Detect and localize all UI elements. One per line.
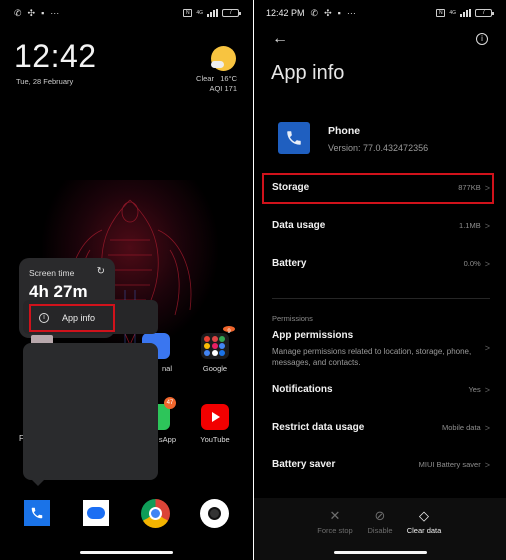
- phone-icon: [31, 507, 43, 519]
- screen-time-label: Screen time: [29, 268, 75, 278]
- row-restrict-data-usage[interactable]: Restrict data usage Mobile data >: [272, 422, 490, 433]
- chevron-right-icon: >: [484, 258, 490, 269]
- network-label: 4G: [196, 10, 203, 16]
- weather-aqi: AQI 171: [209, 84, 237, 93]
- status-bar: ✆ ✣ ▪ ··· N 4G 7: [14, 6, 241, 20]
- sim-icon: N: [183, 9, 193, 17]
- app-youtube[interactable]: YouTube: [192, 404, 238, 444]
- app-version: Version: 77.0.432472356: [328, 143, 429, 153]
- info-icon[interactable]: i: [476, 33, 488, 45]
- clock-time[interactable]: 12:42: [14, 38, 97, 75]
- row-value: MIUI Battery saver: [418, 460, 481, 469]
- row-storage[interactable]: Storage 877KB >: [272, 182, 490, 193]
- app-google-folder[interactable]: 9 Google: [192, 326, 238, 373]
- widget-preview-thumb: [31, 335, 53, 343]
- network-label: 4G: [449, 10, 456, 16]
- fan-icon: ✣: [324, 7, 332, 18]
- row-value: Yes: [468, 385, 481, 394]
- weather-cloud-icon: [211, 61, 224, 68]
- chevron-right-icon: >: [484, 182, 490, 193]
- weather-temperature: 16°C: [220, 74, 237, 83]
- row-notifications[interactable]: Notifications Yes >: [272, 384, 490, 395]
- dock-messages-app[interactable]: [83, 500, 109, 526]
- popup-pointer: [30, 478, 46, 486]
- phone-icon: [287, 131, 301, 145]
- row-battery-saver[interactable]: Battery saver MIUI Battery saver >: [272, 459, 490, 470]
- row-value: 0.0%: [463, 259, 481, 268]
- status-time: 12:42 PM: [266, 8, 305, 18]
- app-info-screen: 12:42 PM ✆ ✣ ▪ ··· N 4G 7 ← i App info P…: [254, 0, 506, 560]
- lock-icon: ▪: [41, 8, 45, 18]
- refresh-icon[interactable]: ↻: [97, 266, 105, 277]
- fan-icon: ✣: [27, 7, 36, 18]
- battery-icon: 7: [475, 9, 494, 17]
- home-screen: ✆ ✣ ▪ ··· N 4G 7 12:42 Tue, 28 February …: [0, 0, 253, 560]
- row-label: Storage: [272, 182, 310, 193]
- more-icon: ···: [346, 8, 356, 18]
- signal-icon: [460, 9, 471, 17]
- app-name: Phone: [328, 125, 361, 137]
- eraser-icon: ◇: [419, 508, 429, 523]
- row-label: Battery: [272, 258, 307, 269]
- google-folder-icon: 9: [201, 326, 235, 359]
- whatsapp-icon: ✆: [310, 7, 319, 18]
- app-info-label: App info: [62, 313, 96, 323]
- chevron-right-icon: >: [484, 384, 490, 395]
- home-indicator[interactable]: [334, 551, 427, 554]
- row-label: Data usage: [272, 220, 326, 231]
- section-divider: [272, 298, 490, 299]
- page-title: App info: [271, 62, 345, 84]
- row-app-permissions[interactable]: App permissions: [272, 330, 490, 341]
- section-label-permissions: Permissions: [272, 314, 313, 323]
- clock-date: Tue, 28 February: [16, 77, 74, 86]
- action-label: Clear data: [406, 526, 442, 535]
- dock-phone-app[interactable]: [24, 500, 50, 526]
- action-bar: ✕ Force stop ⊘ Disable ◇ Clear data: [254, 498, 506, 560]
- youtube-icon: [201, 404, 229, 430]
- lock-icon: ▪: [337, 8, 341, 18]
- chevron-right-icon: >: [484, 422, 490, 433]
- row-label: App permissions: [272, 330, 354, 341]
- row-label: Notifications: [272, 384, 333, 395]
- info-icon: i: [39, 313, 49, 323]
- row-value: Mobile data: [441, 423, 481, 432]
- home-indicator[interactable]: [80, 551, 173, 554]
- more-icon: ···: [50, 8, 60, 18]
- phone-app-icon: [278, 122, 310, 154]
- app-info-menu-item[interactable]: i App info: [29, 304, 115, 332]
- notification-badge: 47: [164, 397, 176, 409]
- row-label: Battery saver: [272, 459, 336, 470]
- chevron-right-icon: >: [484, 459, 490, 470]
- status-bar: 12:42 PM ✆ ✣ ▪ ··· N 4G 7: [266, 6, 494, 20]
- whatsapp-icon: ✆: [14, 7, 22, 18]
- screenshot-composite: ✆ ✣ ▪ ··· N 4G 7 12:42 Tue, 28 February …: [0, 0, 506, 560]
- row-value: 1.1MB: [459, 221, 481, 230]
- app-permissions-chevron[interactable]: >: [272, 343, 490, 353]
- notification-badge: 9: [223, 326, 235, 335]
- dock-chrome-app[interactable]: [141, 499, 170, 528]
- sim-icon: N: [436, 9, 446, 17]
- dock-camera-app[interactable]: [200, 499, 229, 528]
- back-arrow-icon[interactable]: ←: [272, 30, 288, 48]
- weather-condition: Clear: [196, 74, 214, 83]
- row-data-usage[interactable]: Data usage 1.1MB >: [272, 220, 490, 231]
- app-label: YouTube: [200, 435, 230, 444]
- widget-preview-panel: [23, 343, 158, 480]
- row-value: 877KB: [458, 183, 481, 192]
- clear-data-button[interactable]: ◇ Clear data: [394, 508, 454, 535]
- chevron-right-icon: >: [484, 343, 490, 353]
- chevron-right-icon: >: [484, 220, 490, 231]
- screen-time-value: 4h 27m: [29, 282, 88, 301]
- signal-icon: [207, 9, 218, 17]
- row-label: Restrict data usage: [272, 422, 365, 433]
- battery-icon: 7: [222, 9, 241, 17]
- weather-widget[interactable]: Clear 16°C AQI 171: [196, 74, 237, 94]
- row-battery[interactable]: Battery 0.0% >: [272, 258, 490, 269]
- app-label: Google: [202, 364, 228, 373]
- messages-icon: [87, 507, 105, 519]
